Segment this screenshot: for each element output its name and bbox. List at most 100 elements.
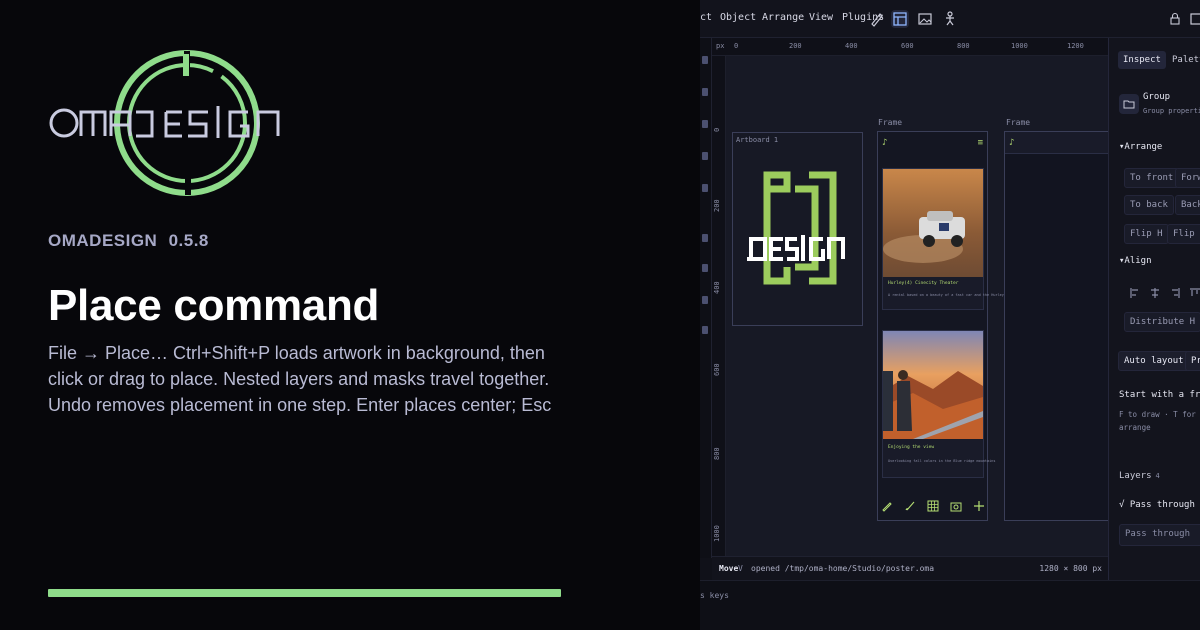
pen-icon[interactable] [868, 10, 886, 28]
canvas-size: 1280 × 800 px [1039, 564, 1102, 573]
figure-icon[interactable] [941, 10, 959, 28]
tool-button[interactable] [702, 152, 708, 160]
ruler-tick: 0 [734, 42, 739, 50]
menu-select[interactable]: ct [700, 12, 712, 23]
file-path: opened /tmp/oma-home/Studio/poster.oma [751, 564, 935, 573]
tool-strip [700, 38, 712, 558]
ruler-tick: 0 [713, 127, 721, 132]
page-title: Place command [48, 281, 380, 330]
menu-icon[interactable]: ≡ [978, 138, 983, 148]
layout-icon[interactable] [891, 10, 909, 28]
tool-button[interactable] [702, 296, 708, 304]
tool-button[interactable] [702, 264, 708, 272]
music-note-icon: ♪ [1009, 138, 1015, 148]
align-left-icon[interactable] [1129, 287, 1141, 299]
to-back-button[interactable]: To back [1124, 195, 1174, 215]
arrange-section-title[interactable]: ▾Arrange [1119, 142, 1162, 152]
menu-bar: ct Object Arrange View Plugins [700, 0, 1200, 38]
card-text: Overlooking fall colors in the Blue ridg… [888, 459, 996, 463]
tool-button[interactable] [702, 120, 708, 128]
frame-toolbar [878, 500, 987, 514]
ruler-tick: 400 [713, 281, 721, 294]
auto-layout-button[interactable]: Auto layout [1118, 351, 1190, 371]
description-line: File → Place… Ctrl+Shift+P loads artwork… [48, 343, 545, 363]
ruler-tick: 1200 [1067, 42, 1084, 50]
tool-shortcut: V [738, 564, 743, 573]
pr-button[interactable]: Pr [1185, 351, 1200, 371]
mountain-view-image [883, 331, 983, 439]
accent-bar [48, 589, 561, 597]
product-name: OMADESIGN [48, 231, 158, 250]
align-right-icon[interactable] [1169, 287, 1181, 299]
omadesign-logo [48, 46, 328, 200]
menu-view[interactable]: View [809, 12, 833, 23]
selection-subtitle: Group properties [1143, 107, 1200, 115]
ruler-tick: 200 [713, 199, 721, 212]
pass-through-toggle[interactable]: √ Pass through [1119, 500, 1195, 510]
to-front-button[interactable]: To front [1124, 168, 1180, 188]
layers-section[interactable]: Layers 4 [1119, 471, 1160, 481]
align-center-icon[interactable] [1149, 287, 1161, 299]
tool-button[interactable] [702, 326, 708, 334]
empty-state-title: Start with a frame [1119, 390, 1200, 400]
frame-1[interactable]: ♪ ≡ Hurley(4) Cinecity Theater A rental … [877, 131, 1029, 521]
frame-header [1005, 132, 1115, 154]
distribute-h-button[interactable]: Distribute H [1124, 312, 1200, 332]
ruler-unit: px [716, 42, 725, 50]
app-screenshot: ct Object Arrange View Plugins px 0 200 … [700, 0, 1200, 630]
tool-button[interactable] [702, 234, 708, 242]
frame-label: Frame [1006, 118, 1031, 127]
logo-mark [49, 50, 280, 196]
camera-icon[interactable] [950, 500, 962, 512]
ruler-tick: 600 [713, 363, 721, 376]
layers-count: 4 [1155, 472, 1160, 480]
card[interactable]: Enjoying the view Overlooking fall color… [882, 330, 995, 478]
card-title: Hurley(4) Cinecity Theater [888, 281, 959, 286]
brush-icon[interactable] [904, 500, 916, 512]
lock-icon[interactable] [1166, 10, 1184, 28]
tab-palette[interactable]: Palette [1167, 51, 1200, 69]
grid-icon[interactable] [927, 500, 939, 512]
ruler-tick: 400 [845, 42, 858, 50]
forward-button[interactable]: Forw [1175, 168, 1200, 188]
description-line: Undo removes placement in one step. Ente… [48, 395, 552, 415]
product-version: OMADESIGN 0.5.8 [48, 231, 215, 251]
image-icon[interactable] [916, 10, 934, 28]
folder-icon [1119, 94, 1139, 114]
ruler-tick: 600 [901, 42, 914, 50]
ruler-tick: 1000 [713, 525, 721, 542]
tab-inspect[interactable]: Inspect [1118, 51, 1166, 69]
design-logo-artwork[interactable] [739, 169, 857, 289]
status-bar: Move V opened /tmp/oma-home/Studio/poste… [712, 556, 1108, 580]
rally-car-image [883, 169, 983, 277]
selection-title: Group [1143, 92, 1171, 102]
inspector-panel: Inspect Palette Group Group properties ▾… [1108, 38, 1200, 580]
tool-button[interactable] [702, 184, 708, 192]
card[interactable]: Hurley(4) Cinecity Theater A rental base… [882, 168, 1029, 310]
keys-hint: s keys [700, 591, 729, 600]
ruler-tick: 800 [957, 42, 970, 50]
ruler-horizontal: px 0 200 400 600 800 1000 1200 [712, 38, 1108, 56]
flip-h-button[interactable]: Flip H [1124, 224, 1169, 244]
layers-title: Layers [1119, 471, 1152, 481]
image-icon-2[interactable] [1188, 10, 1200, 28]
align-section-title[interactable]: ▾Align [1119, 256, 1152, 266]
frame-label: Frame [878, 118, 903, 127]
pencil-icon[interactable] [881, 500, 893, 512]
plus-icon[interactable] [973, 500, 985, 512]
bottom-bar: s keys [700, 580, 1200, 630]
tool-button[interactable] [702, 88, 708, 96]
artboard[interactable]: Artboard 1 [732, 132, 863, 326]
blend-mode-select[interactable]: Pass through [1119, 524, 1200, 546]
ruler-tick: 800 [713, 447, 721, 460]
menu-object[interactable]: Object [720, 12, 756, 23]
tool-button[interactable] [702, 56, 708, 64]
artboard-label: Artboard 1 [736, 136, 779, 144]
frame-2[interactable]: ♪ [1004, 131, 1115, 521]
align-top-icon[interactable] [1189, 287, 1200, 299]
tool-mode: Move [719, 564, 739, 573]
backward-button[interactable]: Back [1175, 195, 1200, 215]
menu-arrange[interactable]: Arrange [762, 12, 804, 23]
version-number: 0.5.8 [168, 231, 209, 250]
flip-v-button[interactable]: Flip V [1167, 224, 1200, 244]
